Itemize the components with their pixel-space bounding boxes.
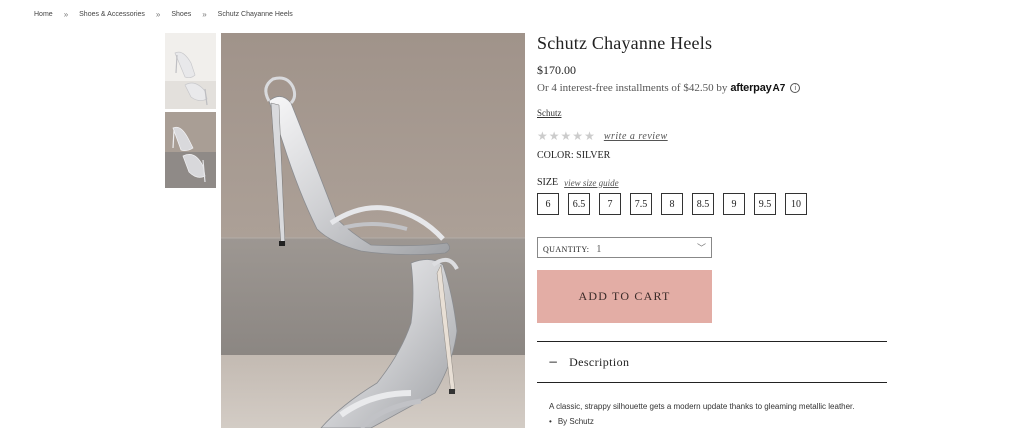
description-bullet-text: By Schutz [557,417,594,426]
add-to-cart-button[interactable]: ADD TO CART [537,270,712,323]
size-option-6[interactable]: 6 [537,193,559,215]
breadcrumb-shoes[interactable]: Shoes [171,11,191,18]
installments-row: Or 4 interest-free installments of $42.5… [537,82,887,94]
product-title: Schutz Chayanne Heels [537,33,713,53]
chevron-down-icon: ﹀ [696,244,706,254]
color-label: COLOR: SILVER [537,150,611,161]
star-icon: ★ [584,129,595,143]
star-icon: ★ [548,129,560,143]
size-option-9[interactable]: 9 [723,193,745,215]
thumbnail-list [165,33,216,191]
installments-text: Or 4 interest-free installments of $42.5… [537,82,728,94]
size-option-8[interactable]: 8 [661,193,683,215]
brand-link[interactable]: Schutz [537,108,562,118]
size-guide-link[interactable]: view size guide [564,178,619,188]
size-option-9-5[interactable]: 9.5 [754,193,776,215]
list-item: • By Schutz [549,417,887,426]
bullet-icon: • [549,417,552,426]
description-body: A classic, strappy silhouette gets a mod… [537,402,887,426]
breadcrumb-shoes-accessories[interactable]: Shoes & Accessories [79,11,145,18]
breadcrumb-separator: » [202,10,207,19]
breadcrumb: Home » Shoes & Accessories » Shoes » Sch… [34,10,293,19]
size-option-7-5[interactable]: 7.5 [630,193,652,215]
thumbnail-1[interactable] [165,33,216,109]
star-icon: ★ [560,129,572,143]
info-icon[interactable]: i [790,83,801,93]
breadcrumb-current[interactable]: Schutz Chayanne Heels [218,11,293,18]
star-icon: ★ [572,129,584,143]
size-option-7[interactable]: 7 [599,193,621,215]
afterpay-mark-icon: A7 [772,82,786,94]
description-title: Description [569,354,630,369]
product-price: $170.00 [537,63,576,77]
rating-row: ★ ★ ★ ★ ★ write a review [537,130,887,142]
breadcrumb-separator: » [63,10,69,19]
size-label: SIZE [537,177,559,188]
star-rating[interactable]: ★ ★ ★ ★ ★ [537,130,596,142]
product-main-image[interactable] [221,33,525,428]
minus-icon: − [548,355,559,369]
breadcrumb-home[interactable]: Home [34,11,53,18]
size-option-8-5[interactable]: 8.5 [692,193,714,215]
quantity-value: 1 [596,243,602,255]
quantity-select[interactable]: QUANTITY: 1 ﹀ [537,237,712,258]
star-icon: ★ [537,129,548,143]
description-text: A classic, strappy silhouette gets a mod… [549,402,855,411]
description-toggle[interactable]: − Description [537,341,887,383]
size-options: 6 6.5 7 7.5 8 8.5 9 9.5 10 [537,193,887,215]
size-row: SIZE view size guide [537,177,887,188]
size-option-6-5[interactable]: 6.5 [568,193,590,215]
breadcrumb-separator: » [155,10,161,19]
description-bullets: • By Schutz [549,417,887,426]
size-option-10[interactable]: 10 [785,193,807,215]
product-info: Schutz Chayanne Heels $170.00 Or 4 inter… [537,33,887,426]
write-review-link[interactable]: write a review [604,131,668,142]
afterpay-logo[interactable]: afterpay [730,82,771,94]
thumbnail-2[interactable] [165,112,216,188]
quantity-label: QUANTITY: [543,244,590,254]
